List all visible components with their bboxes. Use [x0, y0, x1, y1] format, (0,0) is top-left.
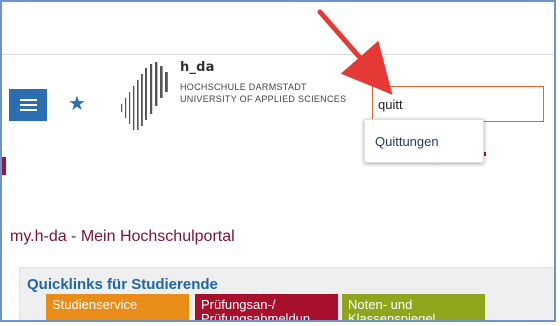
menu-button[interactable]: [9, 89, 47, 121]
hda-logo-mark: [121, 62, 168, 130]
tile-studienservice[interactable]: Studienservice: [46, 294, 189, 320]
search-suggestions-dropdown: Quittungen: [364, 119, 484, 163]
tile-noten-klassenspiegel[interactable]: Noten- und Klassenspiegel: [342, 294, 485, 320]
suggestion-item-quittungen[interactable]: Quittungen: [375, 134, 439, 149]
logo-line-1: HOCHSCHULE DARMSTADT: [180, 82, 307, 92]
star-icon[interactable]: ★: [66, 92, 88, 114]
tile-pruefungsanmeldung[interactable]: Prüfungsan-/ Prüfungsabmeldun: [195, 294, 338, 320]
search-input[interactable]: quitt: [372, 86, 544, 122]
page-title: my.h-da - Mein Hochschulportal: [10, 228, 235, 245]
left-accent-bar: [2, 157, 6, 175]
browser-viewport: ★ h_da HOCHSCHULE DARMSTADT UNIVERSITY O…: [0, 0, 556, 322]
logo-name: h_da: [180, 60, 215, 75]
header-divider: [2, 54, 554, 55]
hamburger-icon: [19, 99, 37, 111]
quicklinks-title: Quicklinks für Studierende: [27, 276, 218, 293]
logo-line-2: UNIVERSITY OF APPLIED SCIENCES: [180, 94, 347, 104]
